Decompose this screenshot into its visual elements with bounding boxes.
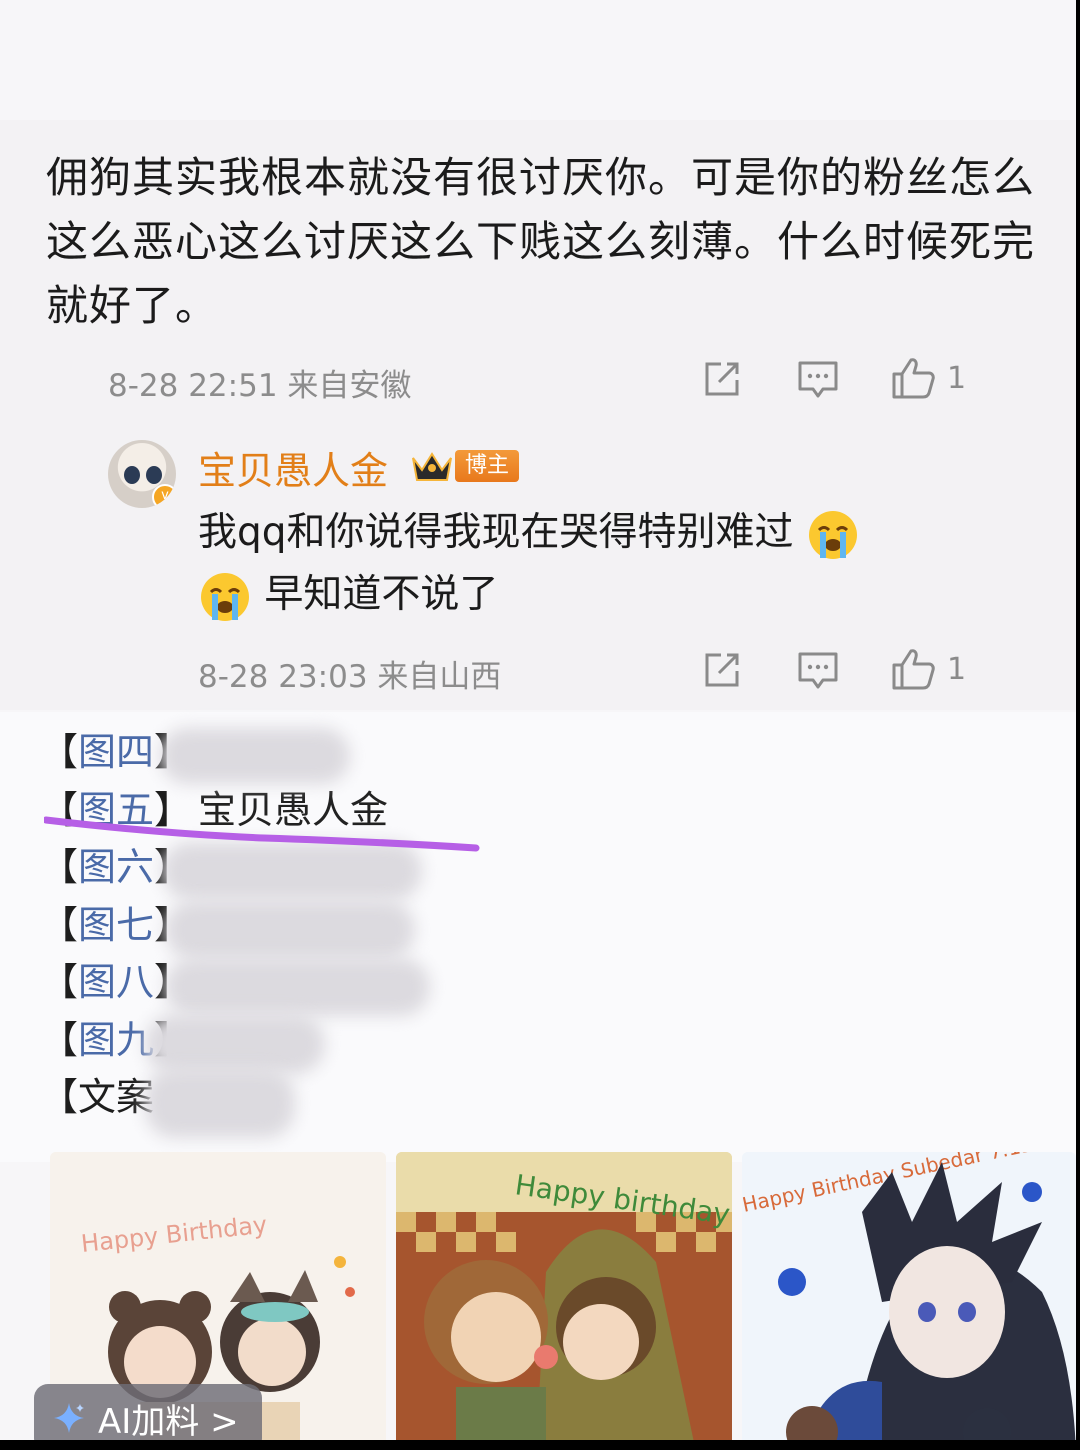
reply-comment-button[interactable] xyxy=(797,651,839,691)
verified-badge: v xyxy=(152,484,176,508)
comment-icon xyxy=(798,652,838,689)
redaction-blur xyxy=(165,958,430,1016)
reply-like-button[interactable]: 1 xyxy=(891,647,966,691)
like-icon xyxy=(892,358,935,399)
share-button[interactable] xyxy=(703,360,743,398)
cry-emoji-icon xyxy=(808,510,857,559)
avatar[interactable]: v xyxy=(108,440,176,508)
birthday-illustration-2: Happy birthday xyxy=(396,1152,732,1440)
like-icon xyxy=(892,649,935,690)
crown-icon xyxy=(412,452,452,481)
avatar-eye xyxy=(124,466,140,484)
comment-icon xyxy=(798,361,838,398)
figure-label-link[interactable]: 图八 xyxy=(78,960,154,1004)
birthday-illustration-3: Happy Birthday Subedar 7.13 xyxy=(742,1152,1076,1440)
bracket-open: 【 xyxy=(40,902,79,947)
ai-feature-label: AI加料 > xyxy=(98,1401,239,1441)
screen-edge xyxy=(1076,0,1080,1450)
avatar-eye xyxy=(146,466,162,484)
redaction-blur xyxy=(145,1014,325,1074)
image-thumbnail-3[interactable]: Happy Birthday Subedar 7.13 xyxy=(742,1152,1076,1440)
bracket-open: 【 xyxy=(40,1075,79,1119)
like-button[interactable]: 1 xyxy=(891,356,966,400)
bracket-open: 【 xyxy=(40,730,79,774)
comment-meta: 8-28 22:51 来自安徽 xyxy=(108,368,412,404)
sparkle-icon xyxy=(54,1403,84,1433)
figure-label: 文案 xyxy=(78,1075,155,1119)
screenshot-stage: 佣狗其实我根本就没有很讨厌你。可是你的粉丝怎么这么恶心这么讨厌这么下贱这么刻薄。… xyxy=(0,0,1076,1440)
bracket-open: 【 xyxy=(40,960,79,1004)
redaction-blur xyxy=(160,728,350,784)
comment-text: 佣狗其实我根本就没有很讨厌你。可是你的粉丝怎么这么恶心这么讨厌这么下贱这么刻薄。… xyxy=(46,153,1036,330)
screen-edge xyxy=(0,1440,1080,1450)
reply-line-1: 我qq和你说得我现在哭得特别难过 xyxy=(198,510,794,555)
cry-emoji-icon xyxy=(201,572,249,621)
bracket-open: 【 xyxy=(40,1017,79,1062)
image-thumbnail-2[interactable]: Happy birthday xyxy=(396,1152,732,1440)
like-count: 1 xyxy=(947,651,967,687)
redaction-blur xyxy=(145,1068,295,1138)
ai-feature-button[interactable]: AI加料 > xyxy=(34,1384,262,1440)
reply-meta: 8-28 23:03 来自山西 xyxy=(198,659,502,695)
figure-label-link[interactable]: 图四 xyxy=(78,730,154,774)
owner-badge: 博主 xyxy=(455,450,520,482)
figure-label-link[interactable]: 图九 xyxy=(78,1018,154,1062)
redaction-blur xyxy=(165,900,415,960)
highlight-underline xyxy=(44,816,480,852)
like-count: 1 xyxy=(947,360,967,396)
reply-share-button[interactable] xyxy=(703,651,743,689)
share-icon xyxy=(705,653,739,687)
share-icon xyxy=(705,362,739,396)
comment-button[interactable] xyxy=(797,360,839,400)
reply-line-2: 早知道不说了 xyxy=(264,572,499,617)
reply-text: 我qq和你说得我现在哭得特别难过 早知道不说了 xyxy=(198,502,958,626)
top-blank-area xyxy=(0,0,1076,120)
reply-username[interactable]: 宝贝愚人金 xyxy=(198,440,388,495)
figure-label-link[interactable]: 图七 xyxy=(78,903,154,947)
